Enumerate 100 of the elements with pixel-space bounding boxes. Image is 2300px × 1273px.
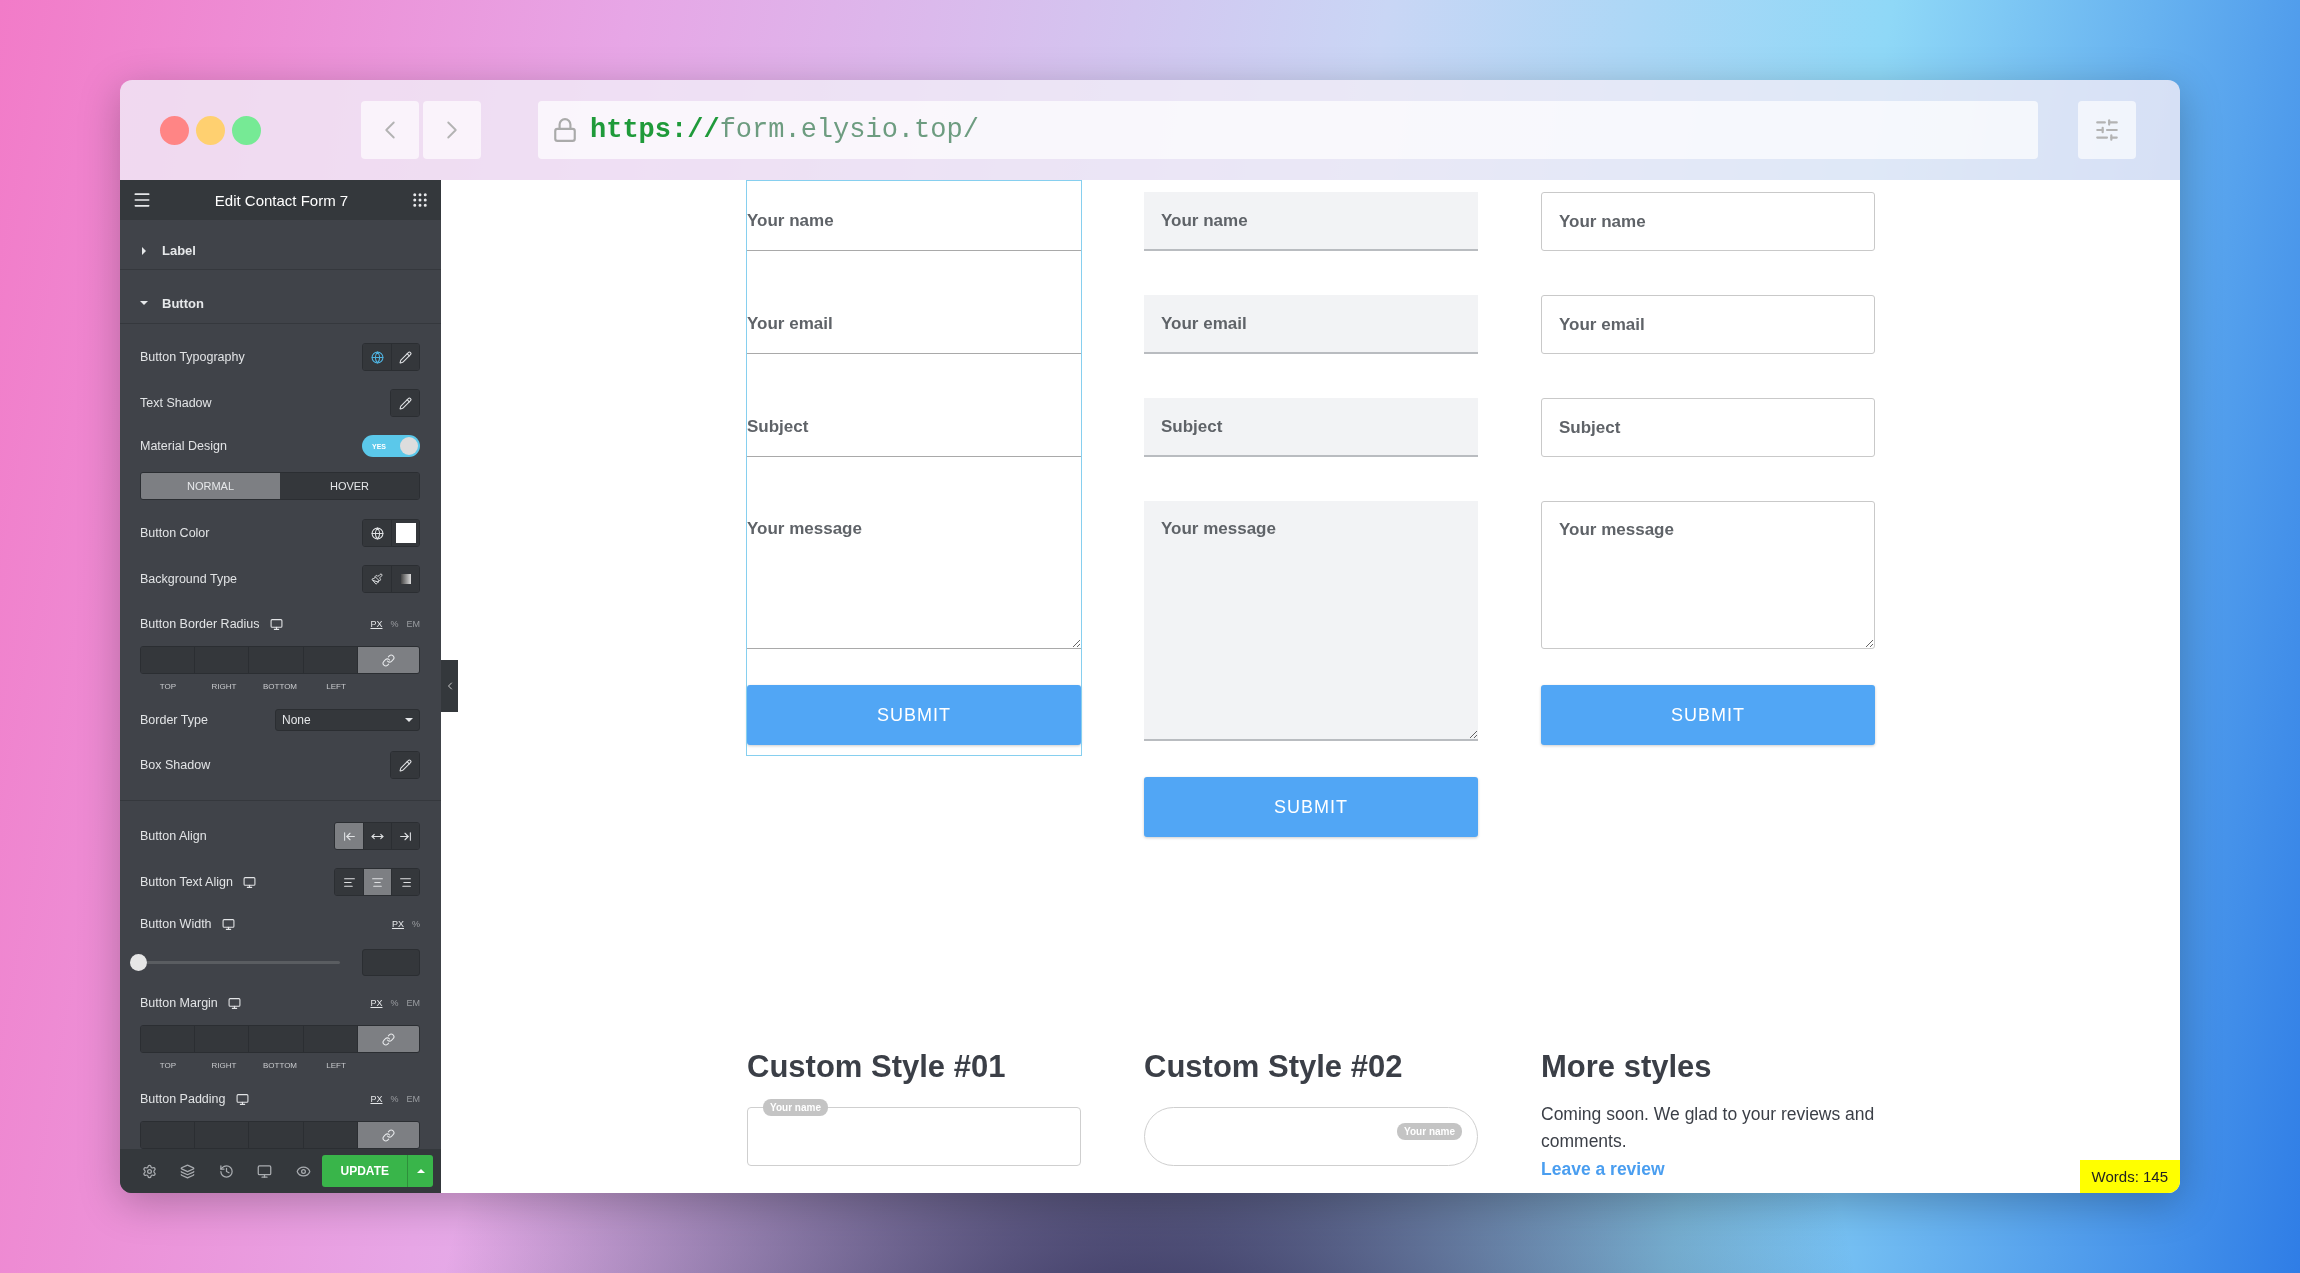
menu-icon[interactable] bbox=[132, 190, 152, 210]
state-tab[interactable]: HOVER bbox=[280, 473, 419, 499]
link-icon bbox=[381, 653, 395, 667]
control-label: Border Type bbox=[140, 713, 208, 727]
globe-icon[interactable] bbox=[363, 520, 391, 546]
settings-button[interactable] bbox=[2078, 101, 2136, 159]
control-label: Button Text Align bbox=[140, 875, 256, 889]
side-label: TOP bbox=[158, 681, 178, 691]
apps-icon[interactable] bbox=[411, 191, 429, 209]
section-heading: Custom Style #01 bbox=[747, 1049, 1007, 1085]
control-label: Box Shadow bbox=[140, 758, 211, 772]
edit-icon[interactable] bbox=[391, 344, 419, 370]
slider-track[interactable] bbox=[130, 953, 340, 971]
caret-icon bbox=[140, 299, 148, 307]
align-center-icon[interactable] bbox=[363, 869, 391, 895]
control-label: Button Border Radius bbox=[140, 617, 283, 631]
unit-option[interactable]: EM bbox=[406, 619, 420, 629]
back-button[interactable] bbox=[361, 101, 419, 159]
caret-icon bbox=[140, 246, 148, 255]
monitor-icon bbox=[242, 875, 256, 889]
link-button[interactable] bbox=[357, 1122, 419, 1148]
input-field[interactable]: Your email bbox=[1144, 295, 1478, 354]
input-field[interactable]: Your name bbox=[1144, 192, 1478, 251]
control-label: Button Padding bbox=[140, 1092, 249, 1106]
url-text: https://form.elysio.top/ bbox=[590, 115, 979, 145]
side-label: LEFT bbox=[325, 1060, 347, 1070]
link-icon bbox=[381, 1032, 395, 1046]
input-field[interactable]: Your name bbox=[1541, 192, 1875, 251]
monitor-icon bbox=[221, 917, 235, 931]
field-label: Your name bbox=[1397, 1123, 1462, 1140]
unit-option[interactable]: EM bbox=[406, 1094, 420, 1104]
color-swatch[interactable] bbox=[391, 520, 419, 546]
link-button[interactable] bbox=[357, 647, 419, 673]
control-label: Button Margin bbox=[140, 996, 241, 1010]
state-tab[interactable]: NORMAL bbox=[141, 473, 280, 499]
link-button[interactable] bbox=[357, 1026, 419, 1052]
unit-option[interactable]: % bbox=[390, 1094, 399, 1104]
dimension-input[interactable] bbox=[303, 1026, 358, 1052]
caret-icon bbox=[405, 716, 413, 724]
monitor-icon bbox=[269, 617, 283, 631]
address-bar[interactable]: https://form.elysio.top/ bbox=[538, 101, 2038, 159]
side-label: RIGHT bbox=[210, 1060, 238, 1070]
link-icon bbox=[381, 1128, 395, 1142]
globe-icon[interactable] bbox=[363, 344, 391, 370]
input-field[interactable]: Subject bbox=[1144, 398, 1478, 457]
maximize-dot[interactable] bbox=[232, 115, 261, 145]
unit-option[interactable]: PX bbox=[391, 919, 404, 929]
control-label: Button Align bbox=[140, 829, 207, 843]
align-start-icon[interactable] bbox=[335, 823, 363, 849]
message-field[interactable]: Your message bbox=[1144, 501, 1478, 741]
side-label: BOTTOM bbox=[261, 1060, 299, 1070]
input-field[interactable]: Subject bbox=[1541, 398, 1875, 457]
unit-option[interactable]: % bbox=[390, 998, 399, 1008]
side-label: LEFT bbox=[325, 681, 347, 691]
unit-option[interactable]: % bbox=[412, 919, 420, 929]
forward-button[interactable] bbox=[423, 101, 481, 159]
lock-icon bbox=[552, 117, 578, 143]
side-label: BOTTOM bbox=[261, 681, 299, 691]
control-label: Text Shadow bbox=[140, 396, 212, 410]
caret-icon bbox=[416, 1167, 425, 1175]
monitor-icon bbox=[227, 996, 241, 1010]
edit-icon[interactable] bbox=[391, 752, 419, 778]
dimension-input[interactable] bbox=[303, 1122, 358, 1148]
brush-icon[interactable] bbox=[363, 566, 391, 592]
dimension-input[interactable] bbox=[303, 647, 358, 673]
align-right-icon[interactable] bbox=[391, 869, 419, 895]
border-type-select[interactable]: None bbox=[275, 709, 420, 731]
unit-option[interactable]: PX bbox=[370, 619, 383, 629]
sliders-icon bbox=[2094, 117, 2120, 143]
submit-button[interactable]: SUBMIT bbox=[1541, 685, 1875, 745]
control-label: Button Color bbox=[140, 526, 210, 540]
unit-option[interactable]: PX bbox=[370, 1094, 383, 1104]
message-field[interactable]: Your message bbox=[1541, 501, 1875, 649]
submit-button[interactable]: SUBMIT bbox=[1144, 777, 1478, 837]
monitor-icon bbox=[235, 1092, 249, 1106]
align-left-icon[interactable] bbox=[335, 869, 363, 895]
minimize-dot[interactable] bbox=[196, 115, 225, 145]
control-label: Button Width bbox=[140, 917, 235, 931]
section-heading: Custom Style #02 bbox=[1144, 1049, 1404, 1085]
unit-option[interactable]: EM bbox=[406, 998, 420, 1008]
update-button[interactable]: UPDATE bbox=[322, 1155, 408, 1187]
field-label: Your name bbox=[763, 1099, 828, 1116]
unit-option[interactable]: PX bbox=[370, 998, 383, 1008]
align-middle-icon[interactable] bbox=[363, 823, 391, 849]
close-dot[interactable] bbox=[160, 115, 189, 145]
note-text: Coming soon. We glad to your reviews and comments. bbox=[1541, 1103, 1875, 1154]
word-count-badge: Words: 145 bbox=[2079, 1160, 2180, 1193]
input-field[interactable]: Your email bbox=[1541, 295, 1875, 354]
submit-button[interactable]: SUBMIT bbox=[747, 685, 1081, 745]
unit-option[interactable]: % bbox=[390, 619, 399, 629]
slider-thumb[interactable] bbox=[130, 953, 147, 971]
gradient-icon[interactable] bbox=[391, 566, 419, 592]
side-label: RIGHT bbox=[210, 681, 238, 691]
align-end-icon[interactable] bbox=[391, 823, 419, 849]
side-label: TOP bbox=[158, 1060, 178, 1070]
section-heading: More styles bbox=[1541, 1049, 1713, 1085]
control-label: Button Typography bbox=[140, 350, 245, 364]
caret-button[interactable] bbox=[407, 1155, 433, 1187]
edit-icon[interactable] bbox=[391, 390, 419, 416]
review-link[interactable]: Leave a review bbox=[1541, 1159, 1665, 1181]
